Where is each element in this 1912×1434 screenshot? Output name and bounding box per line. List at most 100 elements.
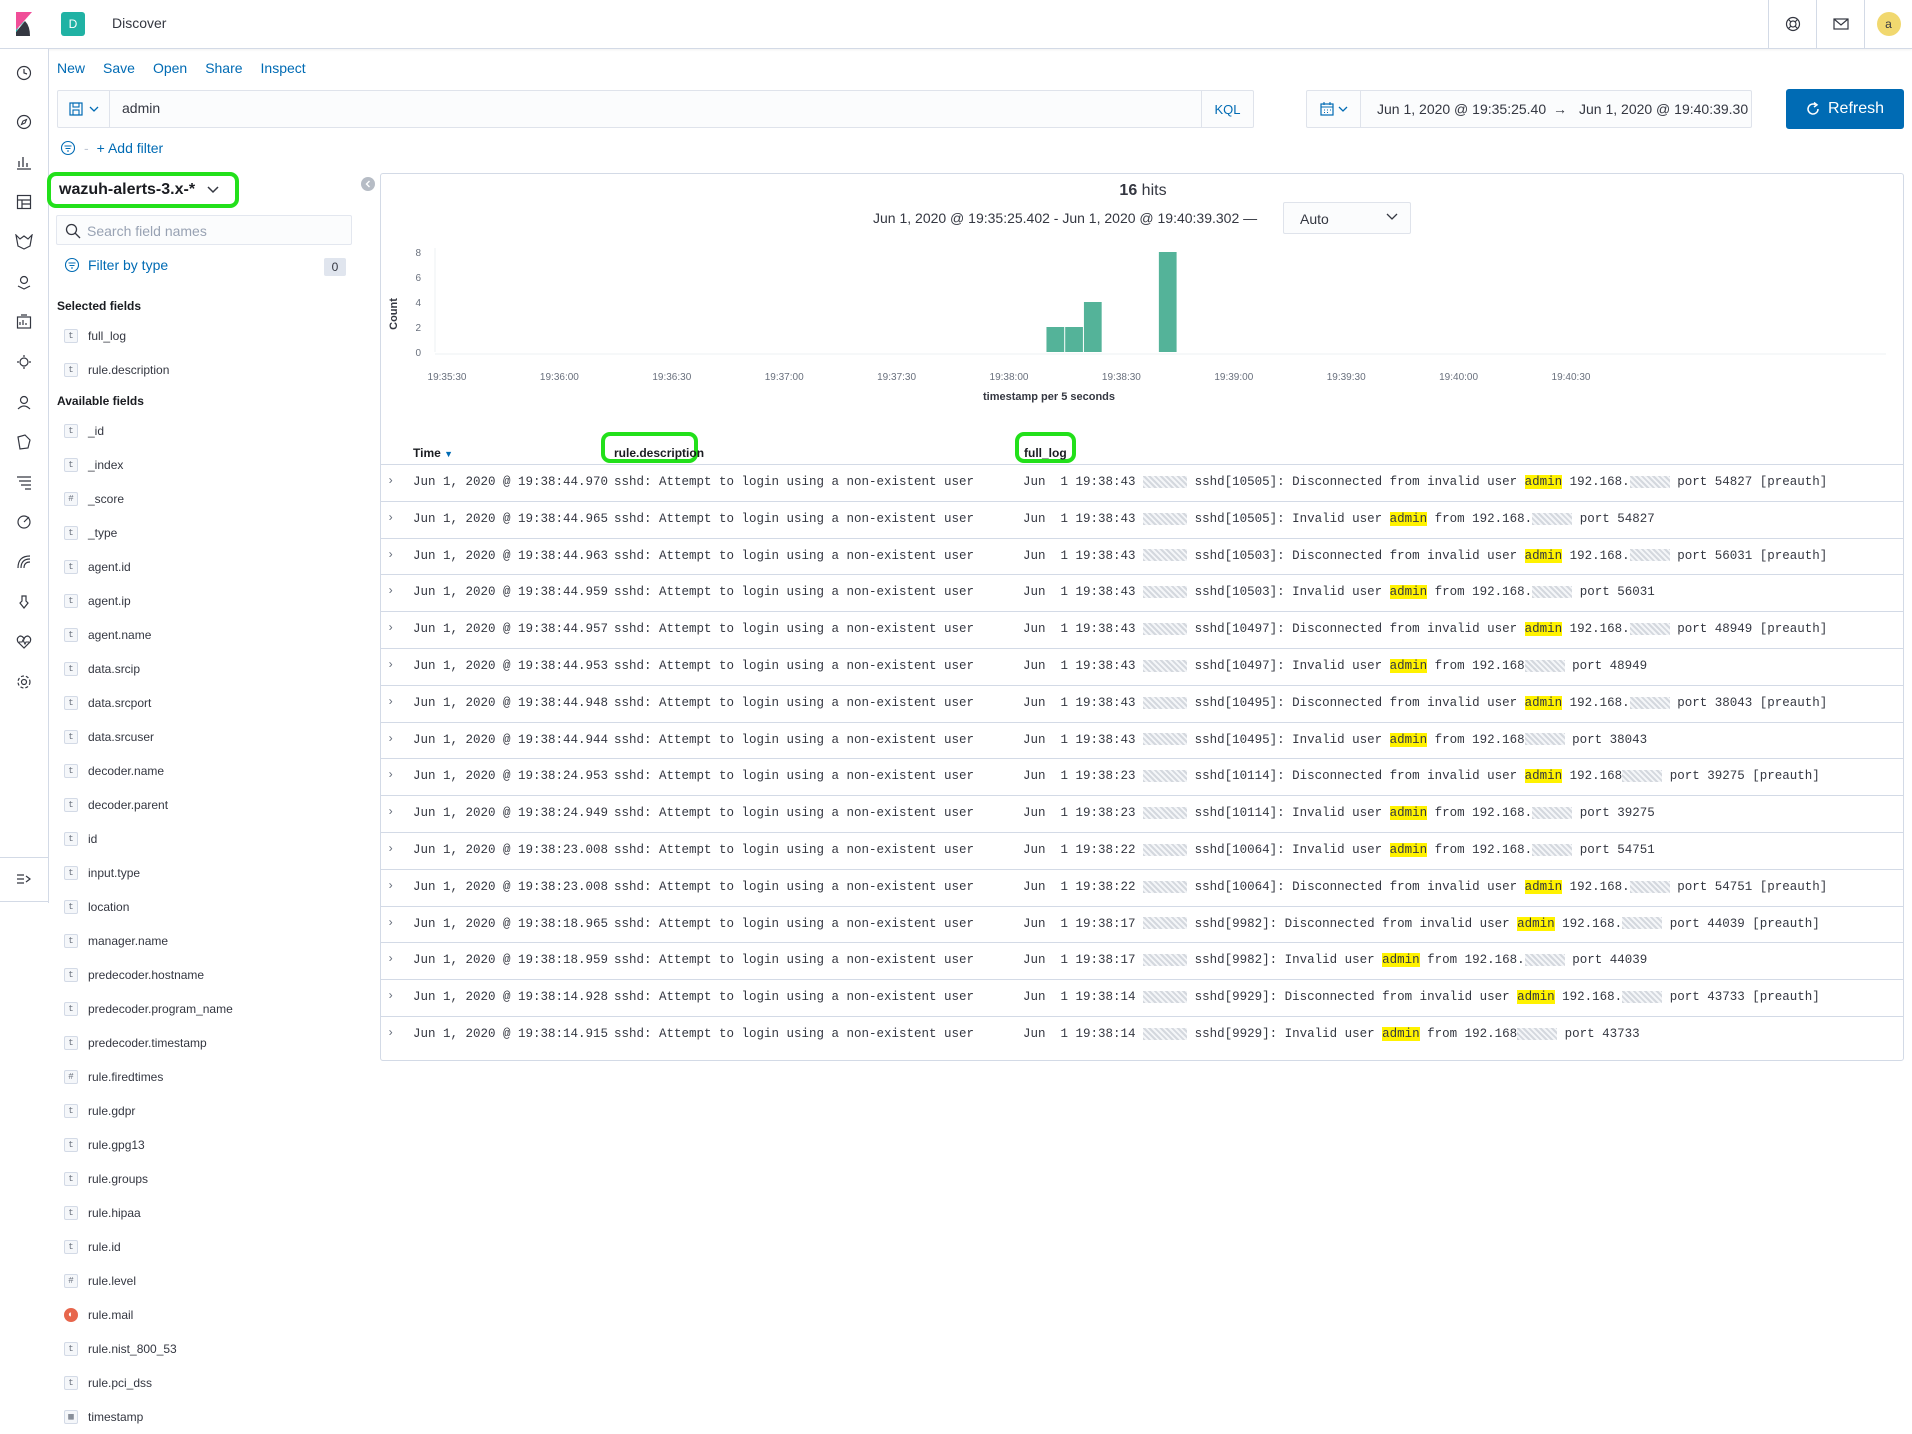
field-item[interactable]: # rule.level <box>64 1271 136 1291</box>
field-item[interactable]: t rule.groups <box>64 1169 148 1189</box>
expand-row-icon[interactable]: › <box>387 658 394 672</box>
table-row[interactable]: › Jun 1, 2020 @ 19:38:24.949 sshd: Attempt… <box>381 795 1903 832</box>
search-input[interactable] <box>122 100 1122 116</box>
dashboard-icon[interactable] <box>12 190 36 214</box>
interval-select[interactable]: Auto <box>1283 202 1411 234</box>
table-row[interactable]: › Jun 1, 2020 @ 19:38:44.963 sshd: Attempt… <box>381 537 1903 575</box>
wazuh-icon[interactable] <box>12 230 36 254</box>
field-item[interactable]: t rule.nist_800_53 <box>64 1339 177 1359</box>
table-row[interactable]: › Jun 1, 2020 @ 19:38:44.957 sshd: Attempt… <box>381 611 1903 648</box>
rule-description-column-header[interactable]: rule.description <box>614 446 704 460</box>
visualize-icon[interactable] <box>12 150 36 174</box>
field-item[interactable]: t data.srcip <box>64 659 140 679</box>
share-button[interactable]: Share <box>205 60 242 76</box>
open-button[interactable]: Open <box>153 60 187 76</box>
expand-row-icon[interactable]: › <box>387 1026 394 1040</box>
field-item[interactable]: t input.type <box>64 863 140 883</box>
inspect-button[interactable]: Inspect <box>261 60 306 76</box>
expand-row-icon[interactable]: › <box>387 952 394 966</box>
siem-icon[interactable] <box>12 470 36 494</box>
canvas-icon[interactable] <box>12 310 36 334</box>
field-item[interactable]: t rule.hipaa <box>64 1203 141 1223</box>
help-icon[interactable] <box>1768 0 1816 48</box>
field-item[interactable]: t manager.name <box>64 931 168 951</box>
quick-select-button[interactable] <box>1307 91 1361 127</box>
field-item[interactable]: t predecoder.timestamp <box>64 1033 207 1053</box>
field-item[interactable]: t rule.description <box>64 360 169 380</box>
expand-row-icon[interactable]: › <box>387 695 394 709</box>
table-row[interactable]: › Jun 1, 2020 @ 19:38:44.959 sshd: Attempt… <box>381 574 1903 611</box>
field-item[interactable]: t _type <box>64 523 117 543</box>
field-item[interactable]: t rule.gpg13 <box>64 1135 145 1155</box>
table-row[interactable]: › Jun 1, 2020 @ 19:38:44.970 sshd: Attempt… <box>381 464 1903 501</box>
monitoring-icon[interactable] <box>12 630 36 654</box>
dock-navigation-icon[interactable] <box>12 867 36 891</box>
discover-icon[interactable] <box>12 110 36 134</box>
save-button[interactable]: Save <box>103 60 135 76</box>
field-item[interactable]: t location <box>64 897 129 917</box>
expand-row-icon[interactable]: › <box>387 584 394 598</box>
dev-tools-icon[interactable] <box>12 590 36 614</box>
field-item[interactable]: t full_log <box>64 326 126 346</box>
index-pattern-selector[interactable]: wazuh-alerts-3.x-* <box>47 172 239 208</box>
expand-row-icon[interactable]: › <box>387 916 394 930</box>
table-row[interactable]: › Jun 1, 2020 @ 19:38:44.944 sshd: Attempt… <box>381 721 1903 759</box>
expand-row-icon[interactable]: › <box>387 621 394 635</box>
table-row[interactable]: › Jun 1, 2020 @ 19:38:18.959 sshd: Attempt… <box>381 942 1903 979</box>
expand-row-icon[interactable]: › <box>387 768 394 782</box>
expand-row-icon[interactable]: › <box>387 511 394 525</box>
field-item[interactable]: ◐ rule.mail <box>64 1305 133 1325</box>
filter-icon[interactable] <box>60 140 76 156</box>
add-filter-button[interactable]: + Add filter <box>97 140 164 156</box>
table-row[interactable]: › Jun 1, 2020 @ 19:38:44.965 sshd: Attempt… <box>381 500 1903 538</box>
field-item[interactable]: t id <box>64 829 97 849</box>
expand-row-icon[interactable]: › <box>387 989 394 1003</box>
full-log-column-header[interactable]: full_log <box>1024 446 1067 460</box>
field-item[interactable]: t agent.id <box>64 557 131 577</box>
field-item[interactable]: t decoder.parent <box>64 795 168 815</box>
start-date[interactable]: Jun 1, 2020 @ 19:35:25.40 <box>1377 101 1546 117</box>
table-row[interactable]: › Jun 1, 2020 @ 19:38:44.948 sshd: Attempt… <box>381 684 1903 722</box>
newsfeed-icon[interactable] <box>1816 0 1864 48</box>
user-menu[interactable]: a <box>1864 0 1912 48</box>
field-item[interactable]: t _id <box>64 421 104 441</box>
apm-icon[interactable] <box>12 510 36 534</box>
field-item[interactable]: t agent.ip <box>64 591 131 611</box>
uptime-icon[interactable] <box>12 550 36 574</box>
maps-icon[interactable] <box>12 270 36 294</box>
expand-row-icon[interactable]: › <box>387 548 394 562</box>
user-avatar[interactable]: a <box>1876 12 1901 36</box>
field-item[interactable]: t rule.id <box>64 1237 121 1257</box>
table-row[interactable]: › Jun 1, 2020 @ 19:38:14.928 sshd: Attempt… <box>381 979 1903 1016</box>
table-row[interactable]: › Jun 1, 2020 @ 19:38:24.953 sshd: Attempt… <box>381 758 1903 795</box>
field-item[interactable]: t agent.name <box>64 625 151 645</box>
field-item[interactable]: t _index <box>64 455 123 475</box>
field-item[interactable]: t predecoder.program_name <box>64 999 233 1019</box>
sort-down-icon[interactable]: ▼ <box>444 449 453 459</box>
table-row[interactable]: › Jun 1, 2020 @ 19:38:23.008 sshd: Attempt… <box>381 868 1903 906</box>
recent-icon[interactable] <box>12 61 36 85</box>
field-item[interactable]: t predecoder.hostname <box>64 965 204 985</box>
collapse-sidebar-button[interactable] <box>361 177 375 191</box>
observability-icon[interactable] <box>12 430 36 454</box>
field-item[interactable]: t data.srcport <box>64 693 151 713</box>
time-column-header[interactable]: Time ▼ <box>413 446 453 460</box>
saved-query-button[interactable] <box>58 91 110 127</box>
graph-icon[interactable] <box>12 390 36 414</box>
expand-row-icon[interactable]: › <box>387 732 394 746</box>
field-item[interactable]: # _score <box>64 489 124 509</box>
space-avatar[interactable]: D <box>61 12 85 36</box>
refresh-button[interactable]: Refresh <box>1786 89 1904 129</box>
expand-row-icon[interactable]: › <box>387 879 394 893</box>
field-item[interactable]: ▦ timestamp <box>64 1407 143 1427</box>
field-item[interactable]: # rule.firedtimes <box>64 1067 163 1087</box>
new-button[interactable]: New <box>57 60 85 76</box>
table-row[interactable]: › Jun 1, 2020 @ 19:38:23.008 sshd: Attempt… <box>381 832 1903 869</box>
table-row[interactable]: › Jun 1, 2020 @ 19:38:18.965 sshd: Attempt… <box>381 905 1903 943</box>
field-item[interactable]: t rule.gdpr <box>64 1101 135 1121</box>
filter-by-type-button[interactable]: Filter by type <box>64 257 168 273</box>
expand-row-icon[interactable]: › <box>387 842 394 856</box>
table-row[interactable]: › Jun 1, 2020 @ 19:38:44.953 sshd: Attempt… <box>381 648 1903 685</box>
expand-row-icon[interactable]: › <box>387 805 394 819</box>
kibana-logo-icon[interactable] <box>0 0 48 48</box>
